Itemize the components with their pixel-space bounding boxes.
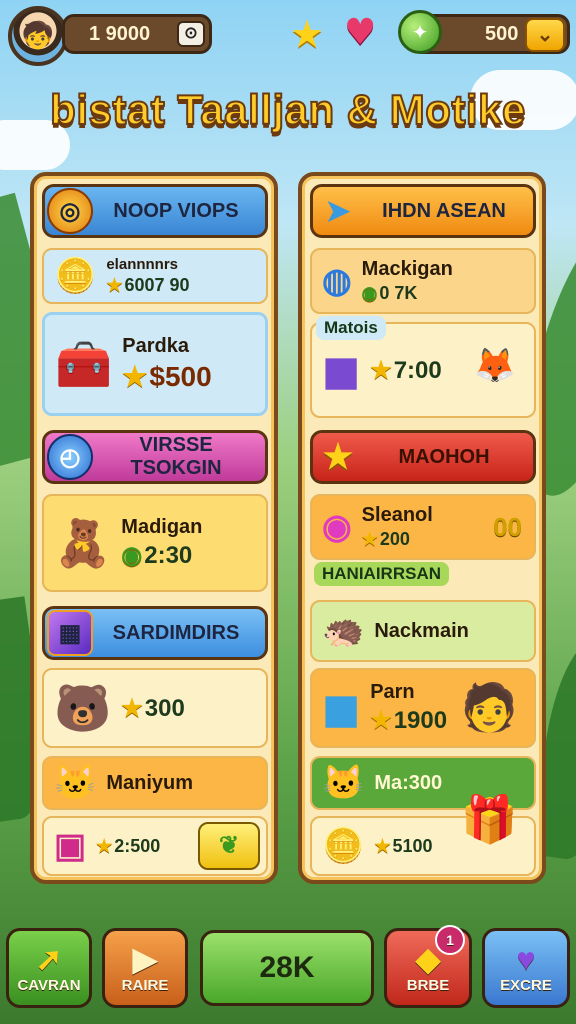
pink-orb-icon: ◉: [322, 508, 352, 546]
offer-card[interactable]: 🐱 Maniyum: [42, 756, 268, 810]
star-icon: ★: [121, 694, 143, 722]
buy-leaf-button[interactable]: ❦: [198, 822, 260, 870]
blue-orb-icon: ◍: [322, 262, 352, 300]
player-avatar[interactable]: 🧒: [8, 6, 68, 66]
bonus-badge: 00: [493, 512, 522, 542]
purple-cube-icon: ◼: [322, 344, 361, 396]
heart-icon[interactable]: ♥: [344, 12, 376, 53]
star-icon: ★: [96, 835, 113, 856]
star-icon: ★: [361, 529, 378, 549]
offer-card[interactable]: ▣ ★ 2:500 ❦: [42, 816, 268, 876]
heart-icon: ♥: [516, 940, 536, 977]
blue-cube-icon: ◼: [322, 682, 361, 734]
section-header-noop-viops[interactable]: ◎ NOOP VIOPS: [42, 184, 268, 238]
coins-value: 1 9000: [89, 22, 151, 45]
offer-card[interactable]: ◼ Parn ★1900 🧑: [310, 668, 536, 748]
gem-icon: ✦: [398, 10, 442, 54]
tag-label: Matois: [316, 316, 386, 340]
offer-card[interactable]: ◉ Sleanol ★ 200 00: [310, 494, 536, 560]
section-header-sardimdirs[interactable]: ▦ SARDIMDIRS: [42, 606, 268, 660]
left-shop-panel: ◎ NOOP VIOPS 🪙 elannnnrs ★ 6007 90 🧰 Pard…: [30, 172, 278, 884]
nav-button-raire[interactable]: ▶ RAIRE: [102, 928, 188, 1008]
treasure-chest-icon: 🧰: [55, 337, 113, 390]
nav-button-brbe[interactable]: ◆ BRBE 1: [384, 925, 472, 1008]
fox-character-icon: 🦊: [473, 347, 516, 385]
nav-button-cavran[interactable]: ➚ CAVRAN: [6, 928, 92, 1008]
tablet-icon: ▦: [47, 610, 93, 656]
gems-value: 500: [485, 22, 519, 45]
right-shop-panel: ➤ IHDN ASEAN ◍ Mackigan ◉ 0 7K ◼ ★7:00 🦊 …: [298, 172, 546, 884]
star-icon: ★: [374, 835, 391, 856]
arrow-up-icon: ➚: [35, 940, 63, 977]
kid-character-icon: 🧑: [460, 681, 518, 733]
gem-icon: ◉: [121, 542, 143, 569]
tag-label: HANIAIRRSAN: [314, 562, 449, 586]
offer-card[interactable]: 🐻 ★300: [42, 668, 268, 748]
star-icon: ★: [122, 361, 148, 392]
clock-icon: ◴: [47, 434, 93, 480]
coin-stack-icon: 🪙: [322, 827, 365, 865]
bear-character-icon: 🐻: [54, 681, 112, 734]
star-icon: ★: [322, 438, 354, 476]
page-title: bistat Taalljan & Motike: [49, 85, 526, 134]
offer-card[interactable]: 🧸 Madigan ◉2:30: [42, 494, 268, 592]
star-icon: ★: [370, 356, 392, 384]
play-icon: ▶: [132, 940, 158, 977]
offer-card-featured[interactable]: 🧰 Pardka ★$500: [42, 312, 268, 416]
top-bar: 🧒 1 9000 ⊙ ★ ♥ ✦ 500 ⌄: [0, 0, 576, 70]
gem-icon: ◉: [361, 283, 378, 303]
offer-card[interactable]: 🪙 ★ 5100 🎁: [310, 793, 536, 876]
coin-icon: ◎: [47, 188, 93, 234]
center-play-button[interactable]: 28K: [200, 930, 374, 1006]
mystery-box-icon: 🎁: [460, 793, 518, 845]
coins-add-button[interactable]: ⊙: [177, 21, 205, 47]
star-icon: ★: [370, 707, 392, 734]
section-header-ihdn-asean[interactable]: ➤ IHDN ASEAN: [310, 184, 536, 238]
notification-badge: 1: [435, 925, 465, 955]
fox-character-icon: 🦔: [322, 612, 365, 650]
coin-stack-icon: 🪙: [54, 257, 97, 295]
nav-button-excre[interactable]: ♥ EXCRE: [482, 928, 570, 1008]
star-icon[interactable]: ★: [290, 12, 324, 56]
star-icon: ★: [106, 275, 123, 295]
paper-plane-icon: ➤: [325, 194, 351, 228]
section-header-virsse[interactable]: ◴ VIRSSE TSOKGIN: [42, 430, 268, 484]
gift-box-icon: ▣: [54, 827, 87, 865]
gems-add-button[interactable]: ⌄: [525, 18, 565, 52]
offer-card[interactable]: ◍ Mackigan ◉ 0 7K: [310, 248, 536, 314]
section-header-maohoh[interactable]: ★ MAOHOH: [310, 430, 536, 484]
bear-character-icon: 🧸: [54, 516, 112, 569]
offer-card[interactable]: 🪙 elannnnrs ★ 6007 90: [42, 248, 268, 304]
coins-counter[interactable]: 1 9000 ⊙: [62, 14, 212, 54]
offer-card[interactable]: 🦔 Nackmain: [310, 600, 536, 662]
cat-character-icon: 🐱: [54, 764, 97, 802]
cat-character-icon: 🐱: [322, 764, 365, 802]
